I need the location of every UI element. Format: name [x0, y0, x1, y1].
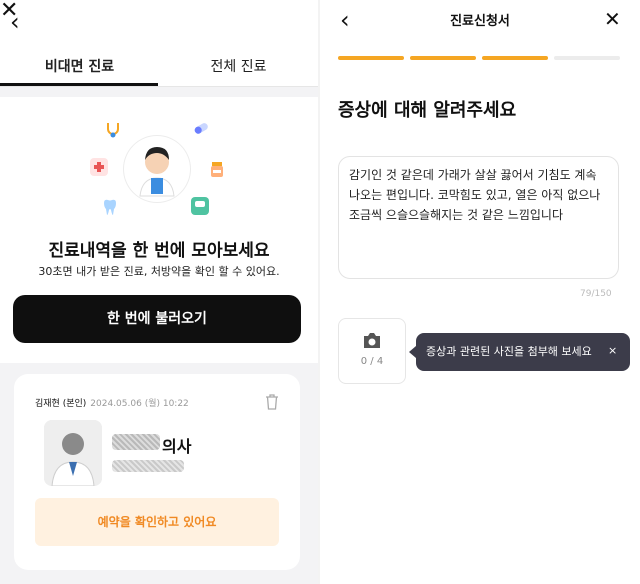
form-title: 진료신청서: [450, 14, 510, 29]
patient-name: 김재현 (본인): [35, 399, 87, 409]
capsule-icon: [192, 119, 210, 137]
char-counter: 79/150: [580, 289, 612, 299]
photo-count: 0 / 4: [360, 356, 384, 367]
pill-bottle-icon: [208, 160, 226, 178]
scale-icon: [191, 197, 209, 215]
progress-step-2: [410, 56, 476, 60]
doctor-title: 의사: [162, 437, 192, 456]
visit-datetime: 2024.05.06 (월) 10:22: [90, 399, 189, 409]
close-icon[interactable]: ✕: [604, 8, 621, 30]
section-spacer: [0, 87, 318, 97]
progress-step-3: [482, 56, 548, 60]
tooth-icon: [101, 198, 119, 216]
stethoscope-icon: [104, 121, 122, 139]
progress-step-1: [338, 56, 404, 60]
photo-hint-tooltip: 증상과 관련된 사진을 첨부해 보세요: [416, 333, 630, 371]
camera-icon: [362, 332, 382, 353]
first-aid-kit-icon: [90, 158, 108, 176]
promo-title: 진료내역을 한 번에 모아보세요: [48, 241, 270, 261]
doctor-avatar-illustration: [124, 136, 190, 202]
history-screen: ‹ 비대면 진료 전체 진료 ✕ 진료내역을 한 번에 모아보세요 30초면 내…: [0, 0, 318, 584]
blurred-hospital-name: [112, 460, 184, 472]
import-all-button[interactable]: 한 번에 불러오기: [13, 295, 301, 343]
symptom-heading: 증상에 대해 알려주세요: [338, 100, 517, 121]
tooltip-close-icon[interactable]: ×: [608, 344, 617, 357]
blurred-doctor-name: [112, 434, 160, 450]
trash-icon[interactable]: [265, 394, 279, 414]
card-meta: 김재현 (본인) 2024.05.06 (월) 10:22: [35, 396, 189, 409]
tab-telemedicine[interactable]: 비대면 진료: [0, 48, 159, 86]
tooltip-text: 증상과 관련된 사진을 첨부해 보세요: [426, 345, 592, 358]
reservation-status-badge: 예약을 확인하고 있어요: [35, 498, 279, 546]
progress-step-4: [554, 56, 620, 60]
tab-bar: 비대면 진료 전체 진료: [0, 48, 318, 86]
symptom-textarea[interactable]: 감기인 것 같은데 가래가 살살 끓어서 기침도 계속 나오는 편입니다. 코막…: [338, 156, 619, 279]
close-icon[interactable]: ✕: [0, 0, 18, 22]
tooltip-arrow: [409, 346, 416, 358]
tab-all-visits[interactable]: 전체 진료: [159, 48, 318, 86]
doctor-photo: [44, 420, 102, 486]
promo-subtitle: 30초면 내가 받은 진료, 처방약을 확인 할 수 있어요.: [38, 265, 280, 278]
